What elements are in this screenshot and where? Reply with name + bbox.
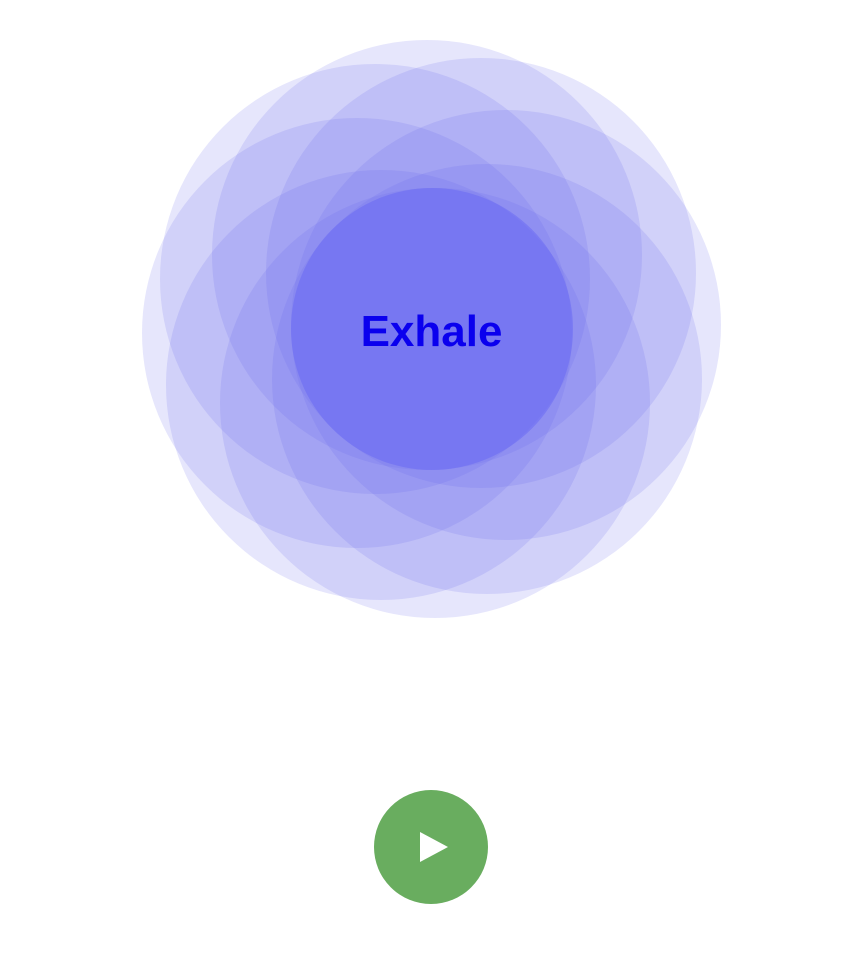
- breath-phase-label: Exhale: [360, 307, 503, 356]
- breathing-app: Exhale: [0, 0, 863, 959]
- play-icon: [420, 832, 448, 862]
- play-button[interactable]: [374, 790, 488, 904]
